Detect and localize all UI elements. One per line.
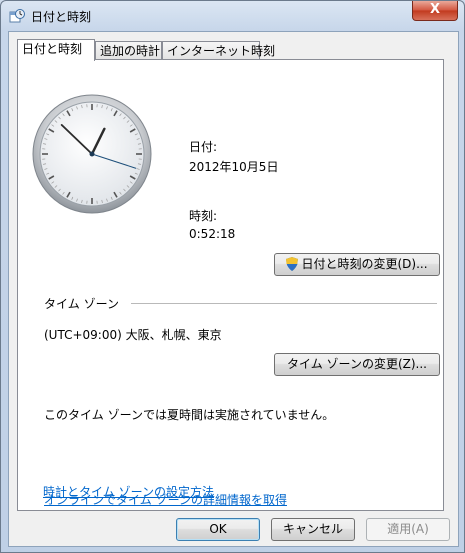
tab-additional-clocks[interactable]: 追加の時計 xyxy=(95,41,162,59)
date-label: 日付: xyxy=(189,140,218,154)
dialog-client-area: 日付と時刻 追加の時計 インターネット時刻 日付: 2012年10月5日 時刻:… xyxy=(8,31,459,547)
analog-clock xyxy=(32,94,152,214)
dialog-window: 日付と時刻 X 日付と時刻 追加の時計 インターネット時刻 日付: 2012年1… xyxy=(0,0,465,553)
title-bar[interactable]: 日付と時刻 X xyxy=(1,1,464,31)
date-time-app-icon xyxy=(9,9,25,23)
window-title: 日付と時刻 xyxy=(31,10,92,24)
time-label: 時刻: xyxy=(189,209,218,223)
tab-panel: 日付: 2012年10月5日 時刻: 0:52:18 日付と時刻の変更(D)..… xyxy=(17,59,444,511)
uac-shield-icon xyxy=(286,257,299,271)
dst-note: このタイム ゾーンでは夏時間は実施されていません。 xyxy=(44,408,335,422)
how-to-set-clock-link[interactable]: 時計とタイム ゾーンの設定方法 xyxy=(43,483,214,500)
tab-internet-time[interactable]: インターネット時刻 xyxy=(162,41,275,59)
change-timezone-button[interactable]: タイム ゾーンの変更(Z)... xyxy=(274,353,440,376)
change-date-time-button[interactable]: 日付と時刻の変更(D)... xyxy=(274,253,440,276)
apply-button[interactable]: 適用(A) xyxy=(366,518,450,541)
timezone-section-label: タイム ゾーン xyxy=(44,297,119,311)
change-date-time-label: 日付と時刻の変更(D)... xyxy=(301,257,428,271)
tab-date-time[interactable]: 日付と時刻 xyxy=(17,39,95,61)
date-value: 2012年10月5日 xyxy=(189,160,279,174)
time-value: 0:52:18 xyxy=(189,227,236,241)
section-divider xyxy=(131,303,437,304)
cancel-button[interactable]: キャンセル xyxy=(271,518,355,541)
timezone-value: (UTC+09:00) 大阪、札幌、東京 xyxy=(44,328,222,342)
ok-button[interactable]: OK xyxy=(176,518,260,541)
close-button[interactable]: X xyxy=(412,1,458,21)
